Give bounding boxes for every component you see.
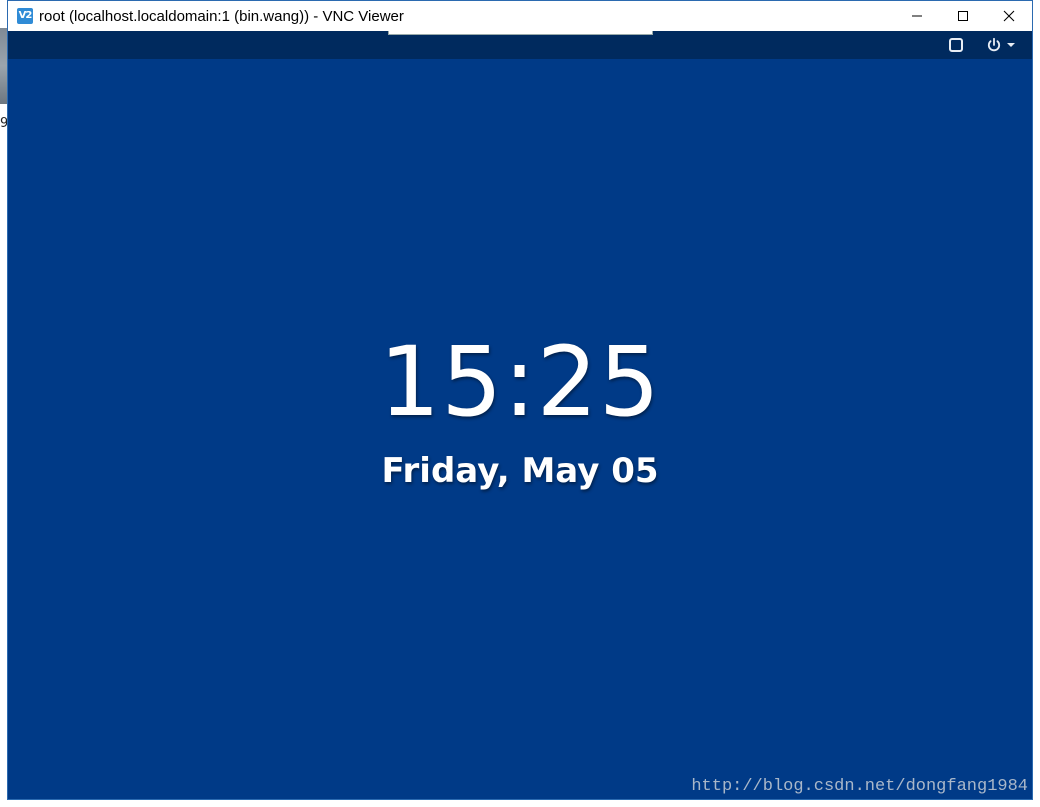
maximize-button[interactable] xyxy=(940,1,986,31)
screen-button[interactable] xyxy=(948,31,964,59)
dropdown-arrow-icon xyxy=(1007,43,1015,47)
maximize-icon xyxy=(958,11,968,21)
popup-edge xyxy=(388,31,653,35)
lock-screen[interactable]: 15:25 Friday, May 05 http://blog.csdn.ne… xyxy=(8,59,1032,799)
screen-icon xyxy=(949,38,963,52)
gnome-top-bar xyxy=(8,31,1032,59)
power-icon xyxy=(987,37,1001,52)
clock-date: Friday, May 05 xyxy=(381,451,659,491)
window-title: root (localhost.localdomain:1 (bin.wang)… xyxy=(39,7,404,25)
close-button[interactable] xyxy=(986,1,1032,31)
minimize-button[interactable] xyxy=(894,1,940,31)
vnc-app-icon: V2 xyxy=(17,8,33,24)
vnc-viewer-window: V2 root (localhost.localdomain:1 (bin.wa… xyxy=(7,0,1033,800)
watermark-text: http://blog.csdn.net/dongfang1984 xyxy=(691,777,1028,796)
clock-time: 15:25 xyxy=(379,326,661,438)
title-bar[interactable]: V2 root (localhost.localdomain:1 (bin.wa… xyxy=(8,1,1032,31)
window-controls xyxy=(894,1,1032,31)
close-icon xyxy=(1003,10,1015,22)
minimize-icon xyxy=(912,15,922,17)
system-menu-button[interactable] xyxy=(986,31,1018,59)
